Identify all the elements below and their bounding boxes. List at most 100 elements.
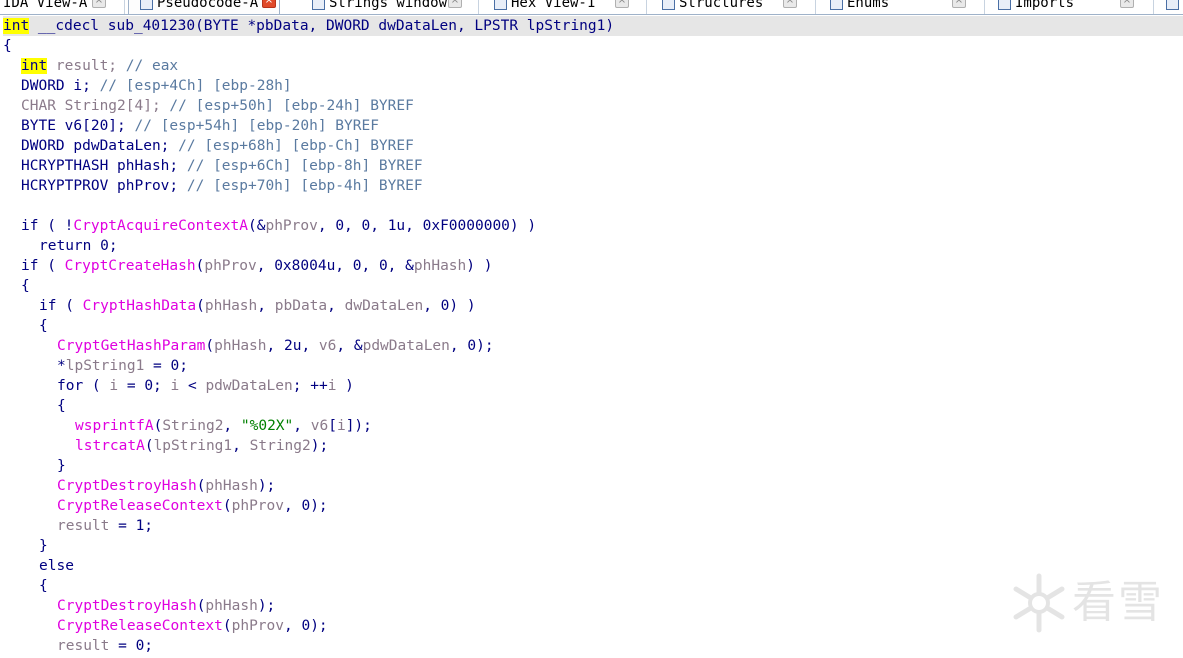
variable-name[interactable]: v6	[319, 338, 336, 354]
pseudocode-view[interactable]: int __cdecl sub_401230(BYTE *pbData, DWO…	[3, 16, 1183, 658]
variable-name[interactable]: pbData	[275, 298, 327, 314]
function-call[interactable]: CryptCreateHash	[65, 258, 196, 274]
tab-imports[interactable]: Imports	[998, 0, 1074, 14]
code-line[interactable]: result = 1;	[57, 516, 153, 536]
code-line[interactable]: for ( i = 0; i < pdwDataLen; ++i )	[57, 376, 354, 396]
code-line[interactable]: BYTE v6[20]; // [esp+54h] [ebp-20h] BYRE…	[21, 116, 379, 136]
pseudocode-icon	[140, 0, 153, 10]
code-line[interactable]: HCRYPTHASH phHash; // [esp+6Ch] [ebp-8h]…	[21, 156, 423, 176]
code-line[interactable]: if ( CryptCreateHash(phProv, 0x8004u, 0,…	[21, 256, 492, 276]
code-line[interactable]: DWORD i; // [esp+4Ch] [ebp-28h]	[21, 76, 292, 96]
function-call[interactable]: CryptAcquireContextA	[73, 218, 248, 234]
variable-name[interactable]: phProv	[204, 258, 256, 274]
close-icon[interactable]: ×	[448, 0, 462, 8]
code-line[interactable]: CHAR String2[4]; // [esp+50h] [ebp-24h] …	[21, 96, 414, 116]
close-icon[interactable]: ×	[92, 0, 106, 8]
code-line[interactable]: DWORD pdwDataLen; // [esp+68h] [ebp-Ch] …	[21, 136, 414, 156]
variable-name[interactable]: phHash	[414, 258, 466, 274]
function-call[interactable]: CryptDestroyHash	[57, 478, 197, 494]
code-line[interactable]: wsprintfA(String2, "%02X", v6[i]);	[75, 416, 372, 436]
variable-name[interactable]: phHash	[205, 598, 257, 614]
string-literal[interactable]: "%02X"	[241, 418, 293, 434]
close-icon[interactable]: ×	[262, 0, 276, 8]
variable-name[interactable]: String2	[162, 418, 223, 434]
code-text: <	[179, 378, 206, 394]
comment: // [esp+4Ch] [ebp-28h]	[99, 78, 292, 94]
code-text: , 0, 0, 1u, 0xF0000000) )	[317, 218, 537, 234]
variable-name[interactable]: i	[337, 418, 346, 434]
variable-name[interactable]: phProv	[265, 218, 317, 234]
function-call[interactable]: CryptGetHashParam	[57, 338, 205, 354]
variable-name[interactable]: phHash	[205, 298, 257, 314]
code-line[interactable]: {	[57, 396, 66, 416]
code-text: if ( !	[21, 218, 74, 234]
comment: // [esp+50h] [ebp-24h] BYREF	[169, 98, 414, 114]
watermark-text: 看雪	[1072, 577, 1164, 628]
code-line[interactable]: return 0;	[39, 236, 118, 256]
variable-name[interactable]: result	[57, 638, 109, 654]
code-line[interactable]: }	[57, 456, 66, 476]
code-line[interactable]: {	[21, 276, 30, 296]
code-line[interactable]: lstrcatA(lpString1, String2);	[75, 436, 328, 456]
tab-pseudocode-a[interactable]: Pseudocode-A	[140, 0, 258, 14]
function-call[interactable]: CryptDestroyHash	[57, 598, 197, 614]
tab-overflow[interactable]	[1166, 0, 1183, 14]
enums-icon	[830, 0, 843, 10]
tab-strings-window[interactable]: Strings window	[312, 0, 447, 14]
variable-name[interactable]: result	[57, 518, 109, 534]
tab-label: Structures	[679, 0, 764, 11]
code-line[interactable]: {	[39, 316, 48, 336]
code-line[interactable]: int __cdecl sub_401230(BYTE *pbData, DWO…	[3, 16, 1183, 36]
code-line[interactable]: if ( CryptHashData(phHash, pbData, dwDat…	[39, 296, 476, 316]
code-line[interactable]: CryptDestroyHash(phHash);	[57, 596, 275, 616]
function-call[interactable]: wsprintfA	[75, 418, 154, 434]
variable-name[interactable]: String2	[250, 438, 311, 454]
brace: {	[39, 578, 48, 594]
declaration: HCRYPTHASH phHash;	[21, 158, 187, 174]
code-line[interactable]: CryptGetHashParam(phHash, 2u, v6, &pdwDa…	[57, 336, 494, 356]
code-text: (	[196, 298, 205, 314]
code-line[interactable]: }	[39, 536, 48, 556]
variable-name[interactable]: v6	[311, 418, 328, 434]
variable-name[interactable]: phProv	[232, 618, 284, 634]
function-call[interactable]: lstrcatA	[75, 438, 145, 454]
code-line[interactable]: CryptDestroyHash(phHash);	[57, 476, 275, 496]
variable-name[interactable]: lpString1	[66, 358, 145, 374]
code-line[interactable]: CryptReleaseContext(phProv, 0);	[57, 496, 328, 516]
code-line[interactable]: int result; // eax	[21, 56, 178, 76]
variable-name[interactable]: pdwDataLen	[363, 338, 450, 354]
close-icon[interactable]: ×	[1120, 0, 1134, 8]
tab-divider	[984, 0, 985, 14]
function-call[interactable]: CryptHashData	[83, 298, 197, 314]
code-line[interactable]: {	[3, 36, 12, 56]
code-line[interactable]: else	[39, 556, 74, 576]
function-call[interactable]: CryptReleaseContext	[57, 498, 223, 514]
variable-name[interactable]: lpString1	[154, 438, 233, 454]
close-icon[interactable]: ×	[952, 0, 966, 8]
code-line[interactable]: {	[39, 576, 48, 596]
tab-label: Strings window	[329, 0, 448, 11]
code-line[interactable]: CryptReleaseContext(phProv, 0);	[57, 616, 328, 636]
tab-ida-view-a[interactable]: IDA View-A	[3, 0, 87, 14]
brace: {	[3, 38, 12, 54]
variable-name[interactable]: i	[109, 378, 118, 394]
code-line[interactable]: result = 0;	[57, 636, 153, 656]
tab-divider	[815, 0, 816, 14]
code-line[interactable]: HCRYPTPROV phProv; // [esp+70h] [ebp-4h]…	[21, 176, 423, 196]
code-line[interactable]: if ( !CryptAcquireContextA(&phProv, 0, 0…	[21, 216, 536, 236]
function-call[interactable]: CryptReleaseContext	[57, 618, 223, 634]
variable-name[interactable]: phHash	[214, 338, 266, 354]
tab-hex-view-1[interactable]: Hex View-1	[494, 0, 595, 14]
tab-enums[interactable]: Enums	[830, 0, 889, 14]
variable-name[interactable]: dwDataLen	[345, 298, 424, 314]
brace: }	[57, 458, 66, 474]
variable-name[interactable]: phProv	[232, 498, 284, 514]
tab-structures[interactable]: Structures	[662, 0, 763, 14]
variable-name[interactable]: pdwDataLen	[205, 378, 292, 394]
close-icon[interactable]: ×	[615, 0, 629, 8]
code-text: ,	[327, 298, 345, 314]
variable-name[interactable]: i	[171, 378, 180, 394]
close-icon[interactable]: ×	[783, 0, 797, 8]
code-line[interactable]: *lpString1 = 0;	[57, 356, 188, 376]
variable-name[interactable]: phHash	[205, 478, 257, 494]
